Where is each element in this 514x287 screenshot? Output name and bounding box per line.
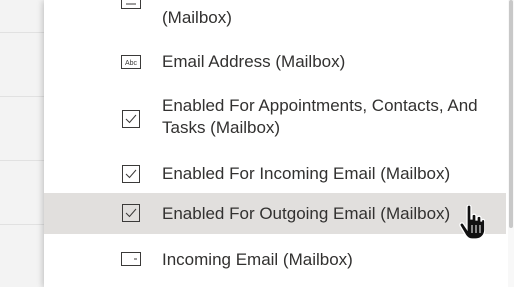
list-item[interactable]: (Mailbox)	[44, 0, 506, 32]
list-item[interactable]: Incoming Email (Mailbox)	[44, 242, 506, 278]
scrollbar[interactable]	[508, 0, 514, 287]
background-divider	[0, 160, 44, 161]
list-item-label: Enabled For Outgoing Email (Mailbox)	[162, 204, 451, 223]
background-divider	[0, 96, 44, 97]
list-item-label: (Mailbox)	[162, 8, 232, 27]
svg-text:Abc: Abc	[125, 60, 138, 67]
list-item[interactable]: Enabled For Outgoing Email (Mailbox)	[44, 193, 506, 234]
option-set-field-icon	[121, 251, 141, 267]
list-item[interactable]: Enabled For Appointments, Contacts, And …	[44, 88, 506, 152]
checkbox-field-icon	[121, 165, 141, 183]
list-item-label: Email Address (Mailbox)	[162, 52, 346, 71]
background-divider	[0, 32, 44, 33]
text-field-icon: Abc	[121, 54, 141, 70]
list-item-label: Incoming Email (Mailbox)	[162, 250, 353, 269]
checkbox-field-icon	[121, 204, 141, 222]
background-divider	[0, 224, 44, 225]
list-item[interactable]: Abc Email Address (Mailbox)	[44, 44, 506, 80]
text-field-icon	[121, 0, 141, 10]
list-item[interactable]: Enabled For Incoming Email (Mailbox)	[44, 156, 506, 192]
scrollbar-thumb[interactable]	[509, 0, 513, 228]
list-item-label: Enabled For Incoming Email (Mailbox)	[162, 164, 451, 183]
list-item-label: Enabled For Appointments, Contacts, And …	[162, 96, 478, 137]
field-dropdown-list: (Mailbox) Abc Email Address (Mailbox) En…	[44, 0, 514, 287]
checkbox-field-icon	[121, 109, 141, 129]
